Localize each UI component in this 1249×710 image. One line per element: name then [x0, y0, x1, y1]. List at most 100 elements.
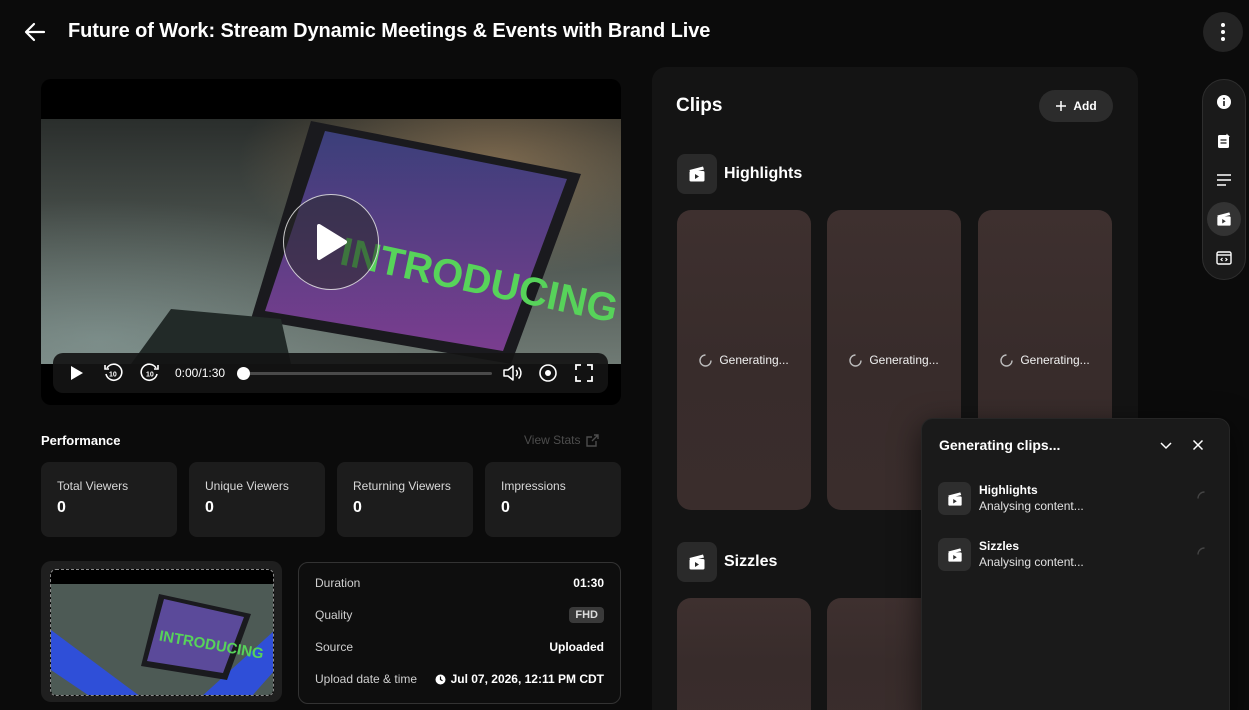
info-key: Duration [315, 576, 361, 590]
stat-card-total-viewers: Total Viewers 0 [41, 462, 177, 537]
thumbnail-container: INTRODUCING [41, 561, 282, 702]
info-row-quality: Quality FHD [315, 605, 604, 625]
arrow-left-icon [24, 22, 46, 42]
forward-10-button[interactable]: 10 [139, 362, 161, 384]
performance-title: Performance [41, 433, 121, 448]
rail-chapters-button[interactable] [1207, 163, 1241, 197]
volume-icon [503, 365, 522, 381]
clapperboard-icon [689, 166, 705, 182]
clip-status: Generating... [719, 353, 789, 367]
close-button[interactable] [1189, 436, 1207, 454]
highlights-group-icon [677, 154, 717, 194]
rail-clips-button[interactable] [1207, 202, 1241, 236]
rail-embed-button[interactable] [1207, 241, 1241, 275]
info-row-upload-date: Upload date & time Jul 07, 2026, 12:11 P… [315, 669, 604, 689]
info-value: Uploaded [549, 640, 604, 654]
fullscreen-button[interactable] [573, 362, 595, 384]
stat-card-returning-viewers: Returning Viewers 0 [337, 462, 473, 537]
play-overlay-button[interactable] [283, 194, 379, 290]
clip-card[interactable] [677, 598, 811, 710]
stat-card-unique-viewers: Unique Viewers 0 [189, 462, 325, 537]
info-value-with-icon: Jul 07, 2026, 12:11 PM CDT [435, 672, 604, 686]
stat-label: Returning Viewers [353, 479, 451, 493]
clock-icon [435, 674, 446, 684]
stat-label: Total Viewers [57, 479, 129, 493]
fullscreen-icon [575, 364, 593, 382]
loading-spinner-icon [699, 353, 713, 367]
generating-item-name: Highlights [979, 483, 1038, 497]
loading-spinner-icon [1197, 491, 1205, 499]
chevron-down-icon [1160, 442, 1172, 450]
clapperboard-icon [947, 491, 962, 506]
thumbnail-still: INTRODUCING [51, 584, 273, 695]
info-key: Upload date & time [315, 672, 418, 686]
generating-clips-panel: Generating clips... Highlights Analysing… [921, 418, 1230, 710]
clapperboard-icon [947, 547, 962, 562]
page-title: Future of Work: Stream Dynamic Meetings … [68, 20, 711, 42]
loading-spinner-icon [849, 353, 863, 367]
chapters-icon [1217, 174, 1231, 186]
view-stats-label: View Stats [524, 433, 581, 447]
video-player[interactable]: INTRODUCING 10 10 0:00/1:30 [41, 79, 621, 405]
svg-text:10: 10 [109, 372, 117, 379]
stat-card-impressions: Impressions 0 [485, 462, 621, 537]
player-controls: 10 10 0:00/1:30 [53, 353, 608, 393]
stat-value: 0 [353, 499, 362, 516]
plus-icon [1056, 101, 1067, 111]
svg-text:10: 10 [146, 372, 154, 379]
side-rail [1202, 79, 1246, 280]
play-icon [317, 224, 347, 260]
more-vertical-icon [1221, 23, 1225, 41]
rewind-10-button[interactable]: 10 [102, 362, 124, 384]
view-stats-link[interactable]: View Stats [524, 433, 600, 447]
add-clip-button[interactable]: Add [1039, 90, 1113, 122]
close-icon [1192, 439, 1204, 451]
rewind-10-icon: 10 [104, 363, 123, 381]
play-small-icon [71, 366, 83, 380]
clip-status: Generating... [1020, 353, 1090, 367]
stat-value: 0 [205, 499, 214, 516]
loading-spinner-icon [1000, 353, 1014, 367]
clapperboard-icon [689, 554, 705, 570]
transcript-icon [1218, 133, 1230, 148]
generating-item-status: Analysing content... [979, 555, 1084, 569]
settings-button[interactable] [537, 362, 559, 384]
clips-icon [1217, 212, 1231, 226]
stat-value: 0 [501, 499, 510, 516]
quality-badge: FHD [569, 607, 604, 623]
info-value: 01:30 [573, 576, 604, 590]
back-button[interactable] [22, 19, 48, 45]
highlights-group-label: Highlights [724, 165, 803, 182]
volume-button[interactable] [501, 362, 523, 384]
info-row-duration: Duration 01:30 [315, 573, 604, 593]
info-key: Quality [315, 608, 353, 622]
clip-status: Generating... [869, 353, 939, 367]
forward-10-icon: 10 [140, 363, 159, 381]
generating-item-name: Sizzles [979, 539, 1020, 553]
generating-item-icon [938, 538, 971, 571]
clips-title: Clips [676, 95, 723, 116]
add-clip-label: Add [1073, 99, 1097, 113]
sizzles-group-icon [677, 542, 717, 582]
info-key: Source [315, 640, 354, 654]
seek-handle[interactable] [237, 367, 250, 380]
upload-date-value: Jul 07, 2026, 12:11 PM CDT [450, 672, 604, 686]
more-options-button[interactable] [1203, 12, 1243, 52]
loading-spinner-icon [1197, 547, 1205, 555]
info-icon [1217, 95, 1231, 109]
play-button[interactable] [65, 362, 87, 384]
generating-item-icon [938, 482, 971, 515]
video-info-box: Duration 01:30 Quality FHD Source Upload… [298, 562, 621, 704]
rail-info-button[interactable] [1207, 85, 1241, 119]
seek-bar[interactable] [242, 372, 492, 375]
generating-item-sizzles: Sizzles Analysing content... [938, 538, 1218, 572]
clip-card[interactable]: Generating... [677, 210, 811, 510]
stat-label: Unique Viewers [205, 479, 289, 493]
thumbnail-image[interactable]: INTRODUCING [50, 569, 274, 696]
stat-value: 0 [57, 499, 66, 516]
collapse-button[interactable] [1157, 436, 1175, 454]
time-display: 0:00/1:30 [175, 366, 226, 380]
gear-icon [539, 364, 557, 382]
generating-title: Generating clips... [939, 437, 1061, 453]
rail-transcript-button[interactable] [1207, 124, 1241, 158]
